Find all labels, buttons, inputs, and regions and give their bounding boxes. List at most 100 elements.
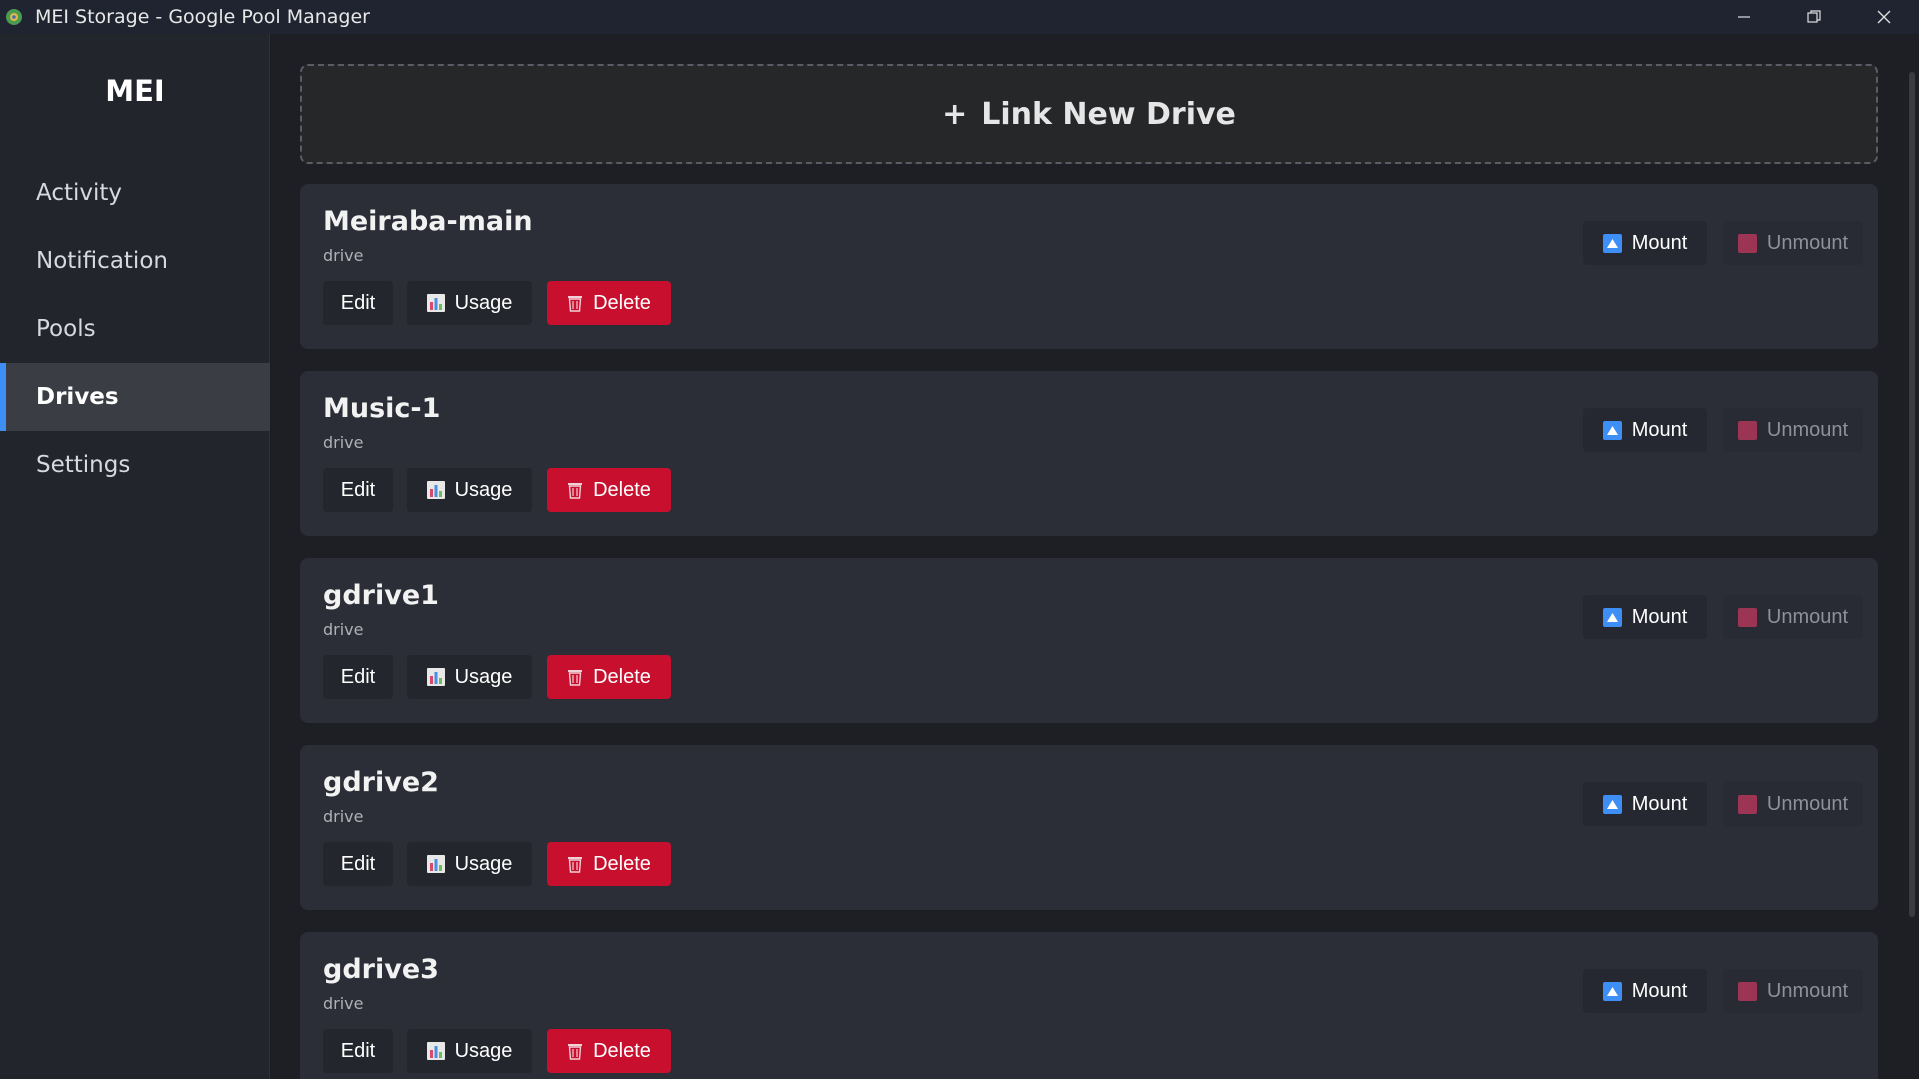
bar-chart-icon — [426, 855, 445, 873]
delete-button[interactable]: Delete — [547, 655, 671, 699]
mount-icon — [1602, 420, 1622, 440]
delete-label: Delete — [593, 1039, 651, 1062]
mount-icon — [1602, 607, 1622, 627]
edit-button[interactable]: Edit — [323, 1029, 393, 1073]
mount-label: Mount — [1631, 231, 1688, 254]
mount-label: Mount — [1631, 979, 1688, 1002]
mount-button[interactable]: Mount — [1583, 408, 1707, 452]
drive-card: gdrive2 drive Edit Usage Delete Mount Un… — [300, 745, 1878, 910]
mount-button[interactable]: Mount — [1583, 969, 1707, 1013]
usage-label: Usage — [454, 1039, 513, 1062]
unmount-button[interactable]: Unmount — [1723, 221, 1863, 265]
window-controls — [1709, 0, 1919, 34]
usage-label: Usage — [454, 478, 513, 501]
drive-name: gdrive1 — [323, 580, 439, 611]
scrollbar[interactable] — [1909, 72, 1915, 917]
drive-type: drive — [323, 620, 364, 639]
usage-label: Usage — [454, 291, 513, 314]
usage-button[interactable]: Usage — [407, 468, 532, 512]
restore-icon — [1807, 10, 1821, 23]
delete-button[interactable]: Delete — [547, 281, 671, 325]
unmount-label: Unmount — [1766, 605, 1849, 628]
edit-button[interactable]: Edit — [323, 655, 393, 699]
restore-button[interactable] — [1779, 0, 1849, 34]
link-new-drive-label: Link New Drive — [981, 96, 1236, 132]
close-icon — [1877, 10, 1891, 24]
usage-button[interactable]: Usage — [407, 842, 532, 886]
delete-button[interactable]: Delete — [547, 842, 671, 886]
trash-icon — [567, 668, 583, 686]
sidebar: MEI Activity Notification Pools Drives S… — [0, 34, 270, 1079]
bar-chart-icon — [426, 1042, 445, 1060]
delete-label: Delete — [593, 478, 651, 501]
trash-icon — [567, 294, 583, 312]
delete-label: Delete — [593, 291, 651, 314]
unmount-icon — [1737, 420, 1757, 440]
mount-label: Mount — [1631, 605, 1688, 628]
delete-button[interactable]: Delete — [547, 1029, 671, 1073]
edit-label: Edit — [340, 291, 376, 314]
unmount-button[interactable]: Unmount — [1723, 408, 1863, 452]
unmount-button[interactable]: Unmount — [1723, 595, 1863, 639]
drive-card: gdrive3 drive Edit Usage Delete Mount Un… — [300, 932, 1878, 1079]
title-bar: MEI Storage - Google Pool Manager — [0, 0, 1919, 34]
unmount-icon — [1737, 981, 1757, 1001]
link-new-drive-button[interactable]: + Link New Drive — [300, 64, 1878, 164]
drive-card: Meiraba-main drive Edit Usage Delete Mou… — [300, 184, 1878, 349]
unmount-icon — [1737, 607, 1757, 627]
trash-icon — [567, 1042, 583, 1060]
mount-label: Mount — [1631, 418, 1688, 441]
minimize-icon — [1738, 16, 1750, 18]
drive-type: drive — [323, 994, 364, 1013]
brand-logo: MEI — [105, 74, 165, 108]
edit-button[interactable]: Edit — [323, 468, 393, 512]
trash-icon — [567, 481, 583, 499]
sidebar-item-activity[interactable]: Activity — [0, 159, 270, 227]
mount-button[interactable]: Mount — [1583, 595, 1707, 639]
edit-button[interactable]: Edit — [323, 281, 393, 325]
bar-chart-icon — [426, 481, 445, 499]
drive-name: Music-1 — [323, 393, 441, 424]
unmount-button[interactable]: Unmount — [1723, 969, 1863, 1013]
sidebar-item-pools[interactable]: Pools — [0, 295, 270, 363]
close-button[interactable] — [1849, 0, 1919, 34]
trash-icon — [567, 855, 583, 873]
edit-label: Edit — [340, 852, 376, 875]
unmount-label: Unmount — [1766, 418, 1849, 441]
drive-card: Music-1 drive Edit Usage Delete Mount Un… — [300, 371, 1878, 536]
unmount-label: Unmount — [1766, 231, 1849, 254]
usage-label: Usage — [454, 665, 513, 688]
unmount-icon — [1737, 233, 1757, 253]
main-content: + Link New Drive Meiraba-main drive Edit… — [271, 34, 1919, 1079]
drive-name: Meiraba-main — [323, 206, 533, 237]
drive-type: drive — [323, 246, 364, 265]
edit-label: Edit — [340, 478, 376, 501]
sidebar-item-settings[interactable]: Settings — [0, 431, 270, 499]
mount-icon — [1602, 981, 1622, 1001]
window-title: MEI Storage - Google Pool Manager — [35, 6, 370, 28]
usage-button[interactable]: Usage — [407, 281, 532, 325]
sidebar-item-drives[interactable]: Drives — [0, 363, 270, 431]
delete-button[interactable]: Delete — [547, 468, 671, 512]
sidebar-nav: Activity Notification Pools Drives Setti… — [0, 159, 270, 499]
edit-label: Edit — [340, 1039, 376, 1062]
edit-label: Edit — [340, 665, 376, 688]
app-icon — [3, 6, 25, 28]
drive-card: gdrive1 drive Edit Usage Delete Mount Un… — [300, 558, 1878, 723]
drive-type: drive — [323, 433, 364, 452]
mount-icon — [1602, 794, 1622, 814]
delete-label: Delete — [593, 665, 651, 688]
bar-chart-icon — [426, 668, 445, 686]
sidebar-item-notification[interactable]: Notification — [0, 227, 270, 295]
edit-button[interactable]: Edit — [323, 842, 393, 886]
minimize-button[interactable] — [1709, 0, 1779, 34]
delete-label: Delete — [593, 852, 651, 875]
mount-button[interactable]: Mount — [1583, 221, 1707, 265]
unmount-label: Unmount — [1766, 979, 1849, 1002]
usage-button[interactable]: Usage — [407, 655, 532, 699]
mount-label: Mount — [1631, 792, 1688, 815]
mount-button[interactable]: Mount — [1583, 782, 1707, 826]
usage-button[interactable]: Usage — [407, 1029, 532, 1073]
unmount-button[interactable]: Unmount — [1723, 782, 1863, 826]
bar-chart-icon — [426, 294, 445, 312]
